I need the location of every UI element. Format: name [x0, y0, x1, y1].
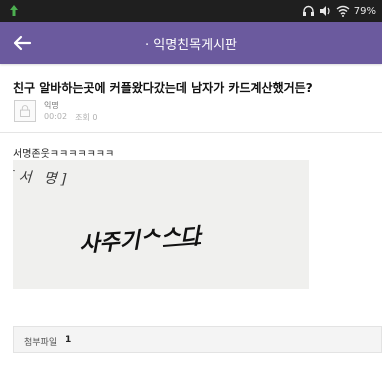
post-meta: 00:02 조회 0 [44, 112, 97, 123]
status-bar: 79% [0, 0, 382, 22]
app-bar: · 익명친목게시판 [0, 22, 382, 64]
attached-image[interactable]: [서 명] 사주기ᄉᄉ다 [13, 160, 309, 289]
post-header: 친구 알바하는곳에 커플왔다갔는데 남자가 카드계산했거든? 익명 00:02 … [0, 64, 382, 133]
post-title: 친구 알바하는곳에 커플왔다갔는데 남자가 카드계산했거든? [13, 81, 313, 95]
attachment-count: 1 [65, 335, 72, 345]
battery-percentage: 79% [353, 5, 376, 17]
wifi-icon [336, 5, 350, 17]
attachment-label: 첨부파일 [24, 338, 58, 348]
page-title: · 익명친목게시판 [145, 38, 237, 53]
volume-icon [319, 6, 330, 16]
notification-icon [10, 5, 18, 16]
post-time: 00:02 [44, 112, 68, 121]
headphones-icon [302, 5, 314, 16]
view-count: 조회 0 [75, 113, 98, 122]
post-body: 서명존웃ㅋㅋㅋㅋㅋㅋㅋ [13, 149, 115, 160]
author-name: 익명 [44, 101, 59, 110]
image-printed-text: [서 명] [13, 169, 71, 188]
avatar [14, 100, 36, 122]
attachment-bar[interactable]: 첨부파일 1 [13, 326, 382, 353]
